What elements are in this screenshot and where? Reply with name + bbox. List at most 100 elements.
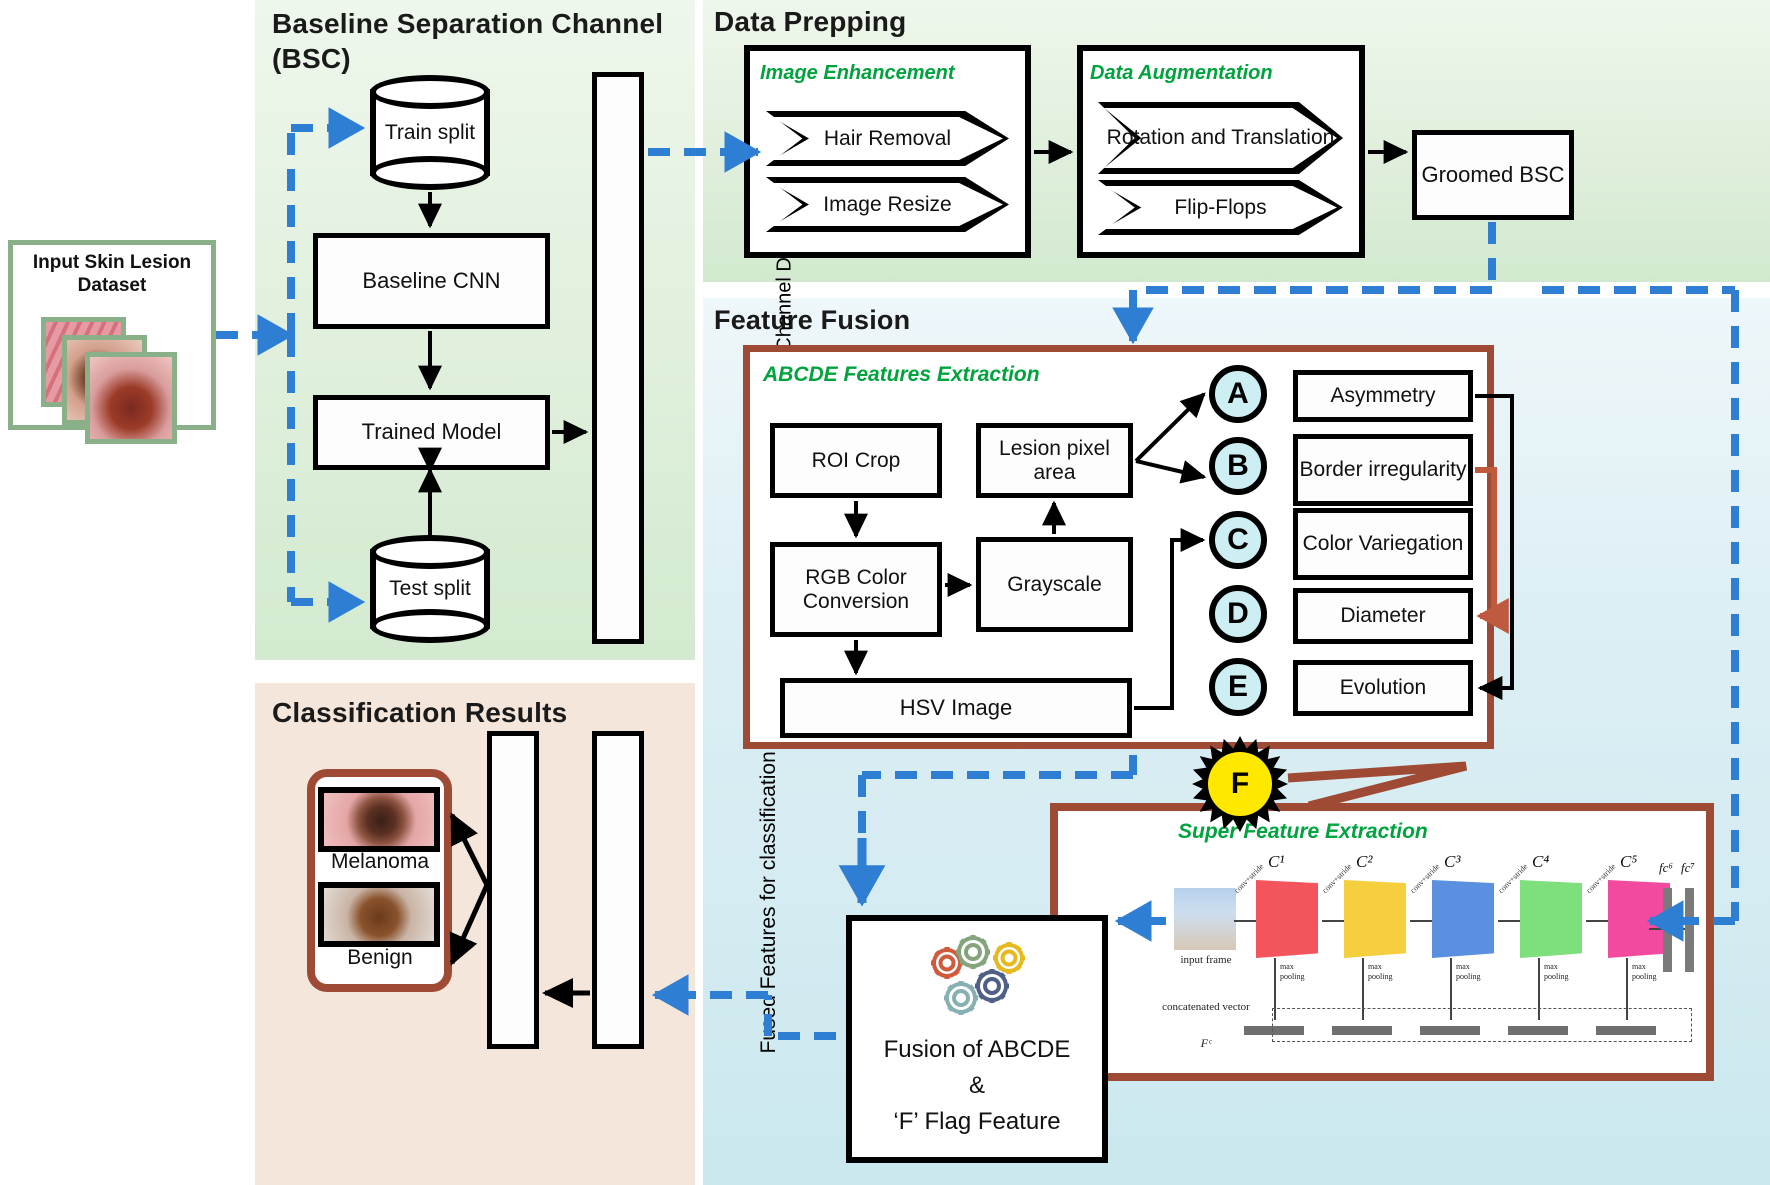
cnn-arrow-3 — [1410, 920, 1432, 922]
cnn-maxpool-label-4: max pooling — [1544, 962, 1569, 981]
cnn-conv-block-1 — [1256, 880, 1318, 958]
lesion-pixel-area-box: Lesion pixel area — [976, 423, 1133, 498]
hsv-image-box: HSV Image — [780, 678, 1132, 738]
data-augmentation-label: Data Augmentation — [1090, 62, 1273, 84]
cnn-maxpool-label-3: max pooling — [1456, 962, 1481, 981]
fused-features-box: Fused Features for classification — [592, 731, 780, 1054]
test-split-label: Test split — [389, 577, 471, 601]
abcde-circle-c: C — [1209, 511, 1267, 569]
groomed-bsc-box: Groomed BSC — [1412, 130, 1574, 220]
cnn-conv-block-3 — [1432, 880, 1494, 958]
feature-box-evolution: Evolution — [1293, 660, 1473, 716]
baseline-cnn-box: Baseline CNN — [313, 233, 550, 329]
feature-label-asymmetry: Asymmetry — [1330, 384, 1436, 408]
feature-box-border-irregularity: Border irregularity — [1293, 434, 1473, 506]
train-split-cylinder: Train split — [370, 75, 490, 190]
cnn-arrow-5 — [1586, 920, 1608, 922]
cnn-concatenated-vector-label: concatenated vector — [1162, 1001, 1250, 1013]
melanoma-thumbnail — [318, 787, 440, 852]
image-resize-label: Image Resize — [823, 192, 952, 216]
panel-title-classification-results: Classification Results — [272, 697, 568, 728]
cnn-conv-label-4: C⁴ — [1532, 852, 1550, 871]
panel-title-data-prepping: Data Prepping — [714, 6, 907, 37]
flip-flops-chevron: Flip-Flops — [1098, 180, 1343, 235]
trained-model-label: Trained Model — [361, 419, 502, 445]
cnn-fc-block-2 — [1685, 888, 1694, 972]
benign-thumbnail — [318, 882, 440, 947]
cnn-maxpool-label-2: max pooling — [1368, 962, 1393, 981]
cnn-fc-arrow-2 — [1671, 928, 1685, 930]
input-dataset-title: Input Skin Lesion Dataset — [32, 252, 192, 296]
feature-label-color-variegation: Color Variegation — [1302, 532, 1464, 556]
fused-features-label: Fused Features for classification — [756, 751, 780, 1054]
input-thumbnail-3 — [85, 352, 177, 444]
hair-removal-label: Hair Removal — [823, 126, 952, 150]
benign-label: Benign — [347, 946, 413, 969]
image-resize-chevron: Image Resize — [766, 177, 1009, 232]
cnn-concat-container — [1272, 1008, 1692, 1042]
panel-title-feature-fusion: Feature Fusion — [714, 305, 911, 335]
melanoma-label: Melanoma — [330, 850, 430, 873]
groomed-bsc-label: Groomed BSC — [1421, 161, 1565, 187]
grayscale-label: Grayscale — [1007, 572, 1102, 596]
cnn-fc-label-2: fc⁷ — [1681, 860, 1695, 875]
abcde-circle-a-label: A — [1227, 377, 1249, 410]
cnn-conv-label-2: C² — [1356, 852, 1373, 871]
trained-model-box: Trained Model — [313, 395, 550, 470]
cnn-conv-label-5: C⁵ — [1620, 852, 1638, 871]
cnn-input-frame-image — [1174, 888, 1236, 950]
grayscale-box: Grayscale — [976, 537, 1133, 632]
abcde-circle-b-label: B — [1227, 449, 1249, 482]
feature-label-border-irregularity: Border irregularity — [1299, 458, 1467, 482]
fusion-box-line-2: & — [968, 1072, 985, 1099]
super-feature-extraction-label: Super Feature Extraction — [1178, 820, 1428, 843]
cnn-arrow-4 — [1498, 920, 1520, 922]
feature-label-evolution: Evolution — [1339, 676, 1427, 700]
cnn-maxpool-label-5: max pooling — [1632, 962, 1657, 981]
cnn-fc-block-1 — [1663, 888, 1672, 972]
image-enhancement-label: Image Enhancement — [760, 62, 955, 84]
bsc-dataset-vertical-box: Baseline Separation Channel Dataset — [592, 72, 795, 644]
abcde-circle-a: A — [1209, 365, 1267, 423]
rgb-color-conversion-label: RGB Color Conversion — [802, 565, 910, 613]
cnn-concat-symbol-label: Fᶜ — [1200, 1036, 1212, 1050]
gears-icon — [916, 932, 1038, 1024]
panel-title-bsc: Baseline Separation Channel (BSC) — [272, 8, 664, 74]
train-split-label: Train split — [384, 120, 476, 144]
feature-box-color-variegation: Color Variegation — [1293, 508, 1473, 580]
hsv-image-label: HSV Image — [899, 694, 1013, 720]
cnn-conv-block-5 — [1608, 880, 1670, 958]
abcde-circle-d-label: D — [1227, 597, 1249, 630]
cnn-conv-block-2 — [1344, 880, 1406, 958]
trained-classifier-model-box: Trained classifier Model — [487, 731, 634, 1049]
feature-box-diameter: Diameter — [1293, 588, 1473, 644]
abcde-circle-e: E — [1209, 658, 1267, 716]
cnn-conv-label-3: C³ — [1444, 852, 1461, 871]
abcde-circle-e-label: E — [1227, 670, 1248, 703]
flip-flops-label: Flip-Flops — [1174, 195, 1267, 219]
abcde-extraction-label: ABCDE Features Extraction — [763, 363, 1040, 386]
test-split-cylinder: Test split — [370, 535, 490, 643]
cnn-fc-arrow-1 — [1649, 928, 1663, 930]
roi-crop-box: ROI Crop — [770, 423, 942, 498]
hair-removal-chevron: Hair Removal — [766, 111, 1009, 166]
flag-feature-label: F — [1230, 767, 1250, 800]
cnn-conv-label-1: C¹ — [1268, 852, 1285, 871]
cnn-arrow-2 — [1322, 920, 1344, 922]
feature-label-diameter: Diameter — [1340, 604, 1426, 628]
abcde-circle-c-label: C — [1227, 523, 1249, 556]
fusion-box-line-1: Fusion of ABCDE — [883, 1036, 1071, 1063]
abcde-circle-b: B — [1209, 437, 1267, 495]
cnn-arrow-1 — [1234, 920, 1256, 922]
lesion-pixel-area-label: Lesion pixel area — [999, 436, 1110, 484]
feature-box-asymmetry: Asymmetry — [1293, 370, 1473, 422]
fusion-box-line-3: ‘F’ Flag Feature — [893, 1108, 1061, 1135]
abcde-circle-d: D — [1209, 585, 1267, 643]
roi-crop-label: ROI Crop — [811, 448, 901, 472]
rotation-translation-chevron: Rotation and Translation — [1098, 102, 1343, 174]
baseline-cnn-label: Baseline CNN — [362, 267, 501, 293]
cnn-fc-label-1: fc⁶ — [1659, 860, 1673, 875]
cnn-conv-block-4 — [1520, 880, 1582, 958]
rgb-color-conversion-box: RGB Color Conversion — [770, 542, 942, 637]
rotation-translation-label: Rotation and Translation — [1106, 126, 1335, 150]
